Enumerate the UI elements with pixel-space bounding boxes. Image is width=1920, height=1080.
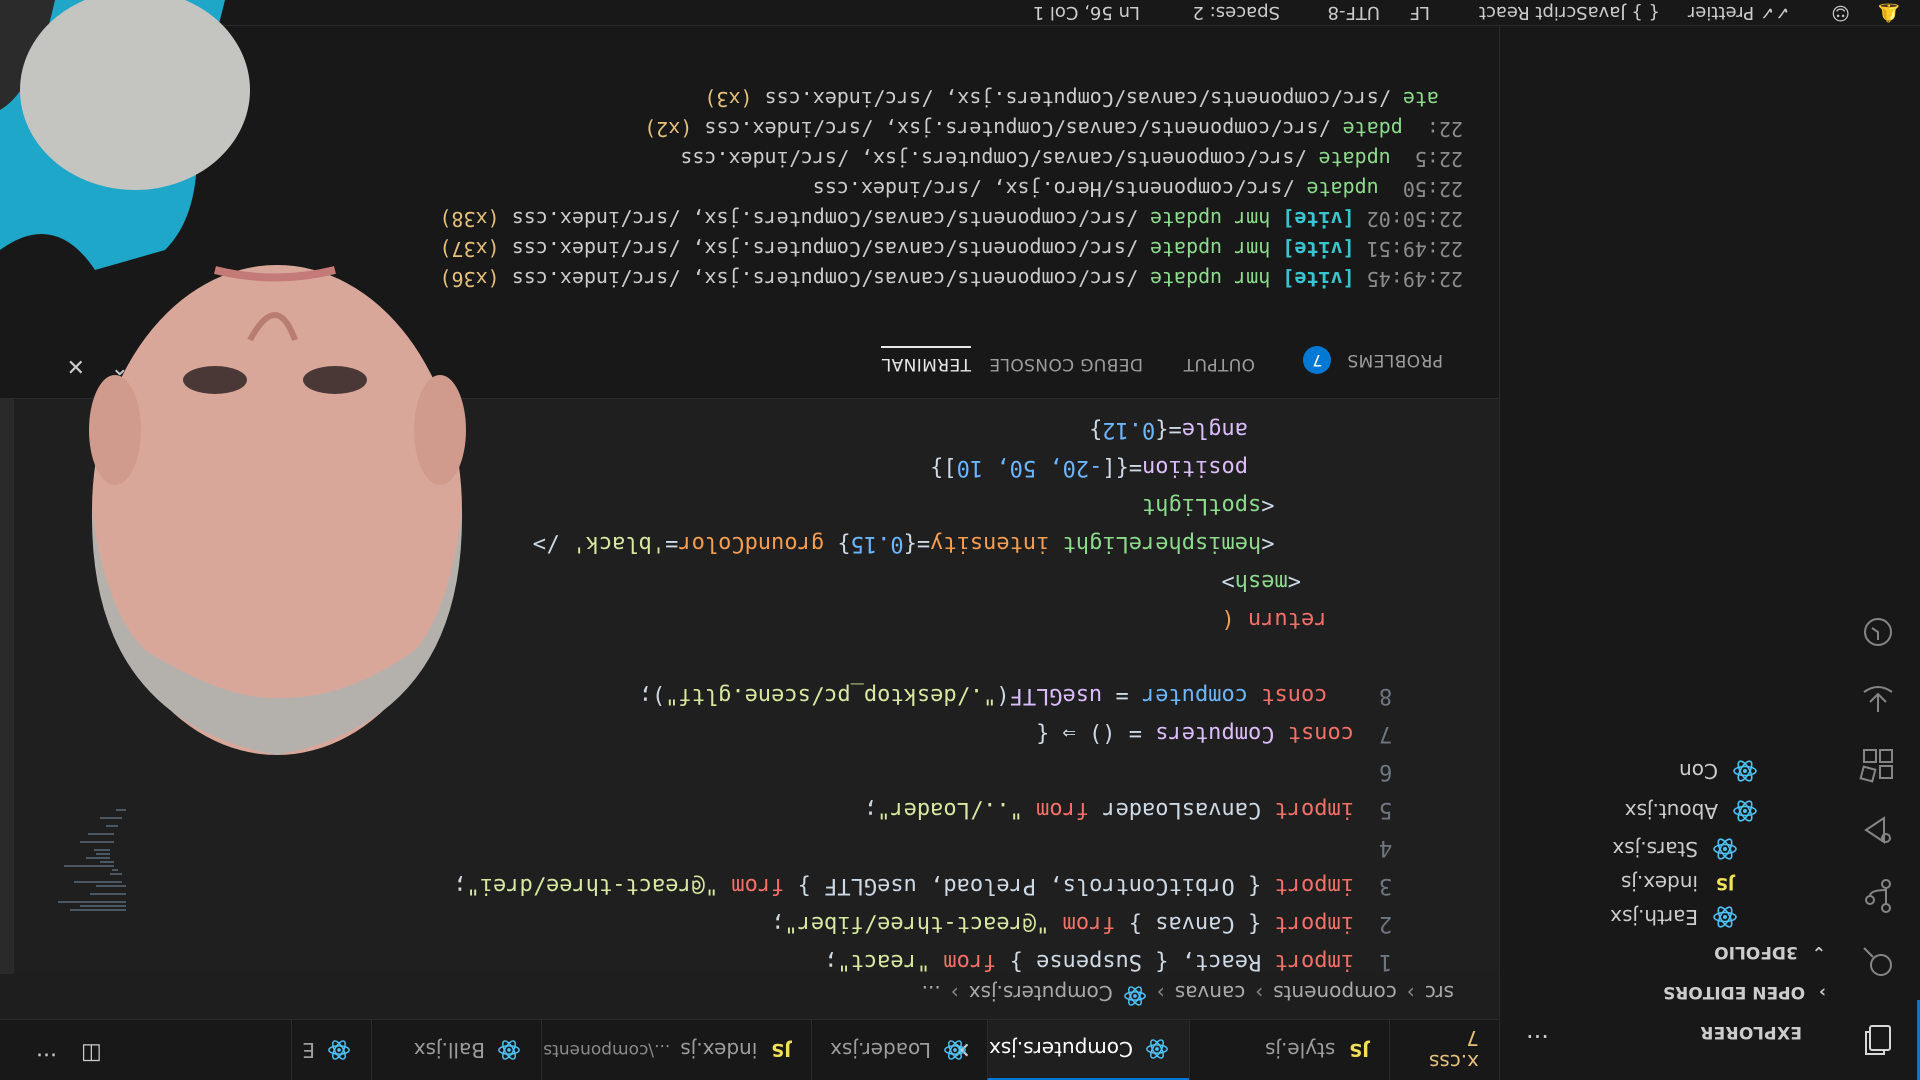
react-icon xyxy=(1710,902,1740,932)
terminal-line: 22:49:45 [vite] hmr update /src/componen… xyxy=(439,267,1463,291)
chevron-right-icon: › xyxy=(950,981,959,1006)
run-debug-icon[interactable] xyxy=(1854,806,1902,854)
breadcrumb-components[interactable]: components xyxy=(1273,982,1397,1006)
minimap[interactable] xyxy=(40,804,130,914)
tab-problems[interactable]: PROBLEMS 7 xyxy=(1303,346,1443,374)
more-actions-icon[interactable]: ··· xyxy=(36,1041,57,1066)
chevron-right-icon: › xyxy=(1406,981,1415,1006)
status-indent[interactable]: Spaces: 2 xyxy=(1193,2,1280,23)
chevron-right-icon: › xyxy=(1255,981,1264,1006)
react-icon xyxy=(1123,979,1147,1008)
code-line: const computer = useGLTF("./desktop_pc/s… xyxy=(638,683,1328,708)
code-line: <mesh> xyxy=(1221,569,1302,594)
react-icon xyxy=(497,1038,521,1062)
breadcrumb-src[interactable]: src xyxy=(1425,982,1454,1006)
extensions-icon[interactable] xyxy=(1854,740,1902,788)
code-line: import { OrbitControls, Preload, useGLTF… xyxy=(453,873,1354,898)
file-index-js[interactable]: JS index.js xyxy=(1621,866,1740,900)
tab-loader[interactable]: Loader.jsx xyxy=(811,1020,987,1080)
line-number: 8 xyxy=(1379,683,1393,708)
status-encoding[interactable]: UTF-8 xyxy=(1328,2,1380,23)
status-cursor-position[interactable]: Ln 56, Col 1 xyxy=(1033,2,1140,23)
explorer-sidebar: EXPLORER ··· › OPEN EDITORS ⌄ 3DFOLIO Ea… xyxy=(1499,26,1836,1080)
code-line: import React, { Suspense } from "react"; xyxy=(824,949,1354,974)
search-icon[interactable] xyxy=(1854,938,1902,986)
timeline-icon[interactable] xyxy=(1854,608,1902,656)
tab-style-js[interactable]: JS style.js xyxy=(1189,1020,1389,1080)
terminal-line: 22: pdate /src/components/canvas/Compute… xyxy=(644,117,1463,141)
status-prettier[interactable]: ✓✓ Prettier xyxy=(1688,2,1790,23)
react-icon xyxy=(1710,834,1740,864)
code-line: import { Canvas } from "@react-three/fib… xyxy=(771,911,1354,936)
line-number: 3 xyxy=(1379,873,1393,898)
line-number: 4 xyxy=(1379,835,1393,860)
react-icon xyxy=(1730,756,1760,786)
terminal-line: 22:50 update /src/components/Hero.jsx, /… xyxy=(812,177,1463,201)
problems-badge: 7 xyxy=(1303,346,1332,374)
react-icon xyxy=(943,1038,967,1062)
tab-ball[interactable]: Ball.jsx xyxy=(371,1020,541,1080)
more-actions-icon[interactable]: ··· xyxy=(1526,1022,1549,1050)
activity-bar xyxy=(1835,26,1920,1080)
code-line: <hemisphereLight intensity={0.15} ground… xyxy=(532,531,1275,556)
remote-explorer-icon[interactable] xyxy=(1854,674,1902,722)
feedback-icon[interactable]: ☺ xyxy=(1831,2,1850,23)
tab-output[interactable]: OUTPUT xyxy=(1183,354,1255,374)
chevron-down-icon: ⌄ xyxy=(1811,942,1826,962)
file-about[interactable]: About.jsx xyxy=(1625,794,1760,828)
file-contact[interactable]: Con xyxy=(1679,754,1760,788)
webcam-overlay xyxy=(0,0,525,810)
vscode-window: EXPLORER ··· › OPEN EDITORS ⌄ 3DFOLIO Ea… xyxy=(0,0,1920,1080)
line-number: 2 xyxy=(1379,911,1393,936)
breadcrumb-file[interactable]: Computers.jsx xyxy=(969,982,1113,1006)
react-icon xyxy=(327,1038,351,1062)
code-line: return ( xyxy=(1221,607,1328,632)
chevron-right-icon: › xyxy=(1818,982,1826,1002)
status-language[interactable]: { } JavaScript React xyxy=(1479,2,1660,23)
notifications-icon[interactable]: 🔔 xyxy=(1878,2,1900,23)
file-stars[interactable]: Stars.jsx xyxy=(1612,832,1740,866)
tab-debug-console[interactable]: DEBUG CONSOLE xyxy=(989,354,1143,374)
tab-earth[interactable]: E xyxy=(291,1020,371,1080)
code-line: position={[-20, 50, 10]} xyxy=(930,455,1249,480)
line-number: 7 xyxy=(1379,721,1393,746)
code-line: angle={0.12} xyxy=(1089,417,1249,442)
breadcrumb: src › components › canvas › Computers.jsx › … xyxy=(922,979,1454,1008)
js-icon: JS xyxy=(1715,873,1735,893)
terminal-line: 22:5 update /src/components/canvas/Compu… xyxy=(680,147,1463,171)
tab-css[interactable]: x.css 7 xyxy=(1389,1020,1499,1080)
terminal-line: 22:50:02 [vite] hmr update /src/componen… xyxy=(439,207,1463,231)
react-icon xyxy=(1145,1037,1169,1061)
code-line: <spotLight xyxy=(1142,493,1275,518)
explorer-title: EXPLORER xyxy=(1699,1022,1802,1042)
chevron-right-icon: › xyxy=(1156,981,1165,1006)
breadcrumb-symbol[interactable]: ... xyxy=(922,982,941,1006)
tab-index-js[interactable]: JS index.js ...\components xyxy=(541,1020,811,1080)
code-line: const Computers = () ⇒ { xyxy=(1036,721,1354,746)
project-section[interactable]: ⌄ 3DFOLIO xyxy=(1714,942,1826,962)
js-icon: JS xyxy=(1349,1039,1369,1061)
tab-terminal[interactable]: TERMINAL xyxy=(881,346,971,374)
tab-computers[interactable]: Computers.jsx ✕ xyxy=(953,1020,1189,1080)
js-icon: JS xyxy=(771,1039,791,1061)
code-line: import CanvasLoader from "../Loader"; xyxy=(863,797,1354,822)
status-eol[interactable]: LF xyxy=(1410,2,1430,23)
line-number: 1 xyxy=(1379,949,1393,974)
editor-tab-bar: x.css 7 JS style.js Computers.jsx ✕ Load… xyxy=(0,1019,1499,1080)
terminal-line: ate /src/components/canvas/Computers.jsx… xyxy=(704,87,1439,111)
source-control-icon[interactable] xyxy=(1854,872,1902,920)
breadcrumb-canvas[interactable]: canvas xyxy=(1175,982,1245,1006)
file-earth[interactable]: Earth.jsx xyxy=(1610,900,1740,934)
react-icon xyxy=(1730,796,1760,826)
open-editors-section[interactable]: › OPEN EDITORS xyxy=(1663,982,1826,1002)
editor-actions: ◫ ··· xyxy=(36,1041,102,1066)
line-number: 6 xyxy=(1379,759,1393,784)
line-number: 5 xyxy=(1379,797,1393,822)
explorer-icon[interactable] xyxy=(1854,1016,1902,1064)
split-editor-icon[interactable]: ◫ xyxy=(81,1041,102,1066)
terminal-line: 22:49:51 [vite] hmr update /src/componen… xyxy=(439,237,1463,261)
